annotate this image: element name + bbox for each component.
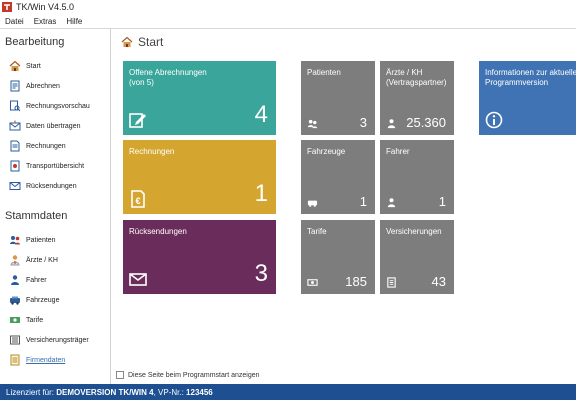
sidebar-item-firmendaten[interactable]: Firmendaten — [0, 350, 110, 370]
preview-icon — [10, 100, 21, 112]
tile-label: Patienten — [307, 68, 341, 77]
document-icon — [10, 140, 20, 152]
info-icon — [485, 111, 503, 129]
tile-label: Fahrer — [386, 147, 410, 156]
overview-icon — [10, 160, 20, 172]
tile-label: Tarife — [307, 227, 327, 236]
money-icon — [307, 279, 318, 286]
license-prefix: Lizenziert für: — [6, 387, 57, 397]
sidebar-item-transportuebersicht[interactable]: Transportübersicht — [0, 156, 110, 176]
svg-text:€: € — [135, 196, 140, 206]
home-icon — [121, 36, 133, 47]
mail-icon — [9, 182, 21, 190]
sidebar-item-rechnungsvorschau[interactable]: Rechnungsvorschau — [0, 96, 110, 116]
page-title: Start — [121, 35, 163, 49]
sidebar-item-ruecksendungen[interactable]: Rücksendungen — [0, 176, 110, 196]
invoice-icon — [10, 80, 20, 92]
vp-number: 123456 — [186, 387, 213, 397]
sidebar: Bearbeitung Start Abrechnen Rechnungsvor… — [0, 29, 111, 384]
app-logo-icon — [2, 2, 12, 12]
tile-count: 25.360 — [406, 115, 446, 130]
sidebar-item-fahrzeuge[interactable]: Fahrzeuge — [0, 290, 110, 310]
tile-label: Fahrzeuge — [307, 147, 346, 156]
title-bar: TK/Win V4.5.0 — [0, 0, 576, 14]
tariff-icon — [10, 317, 20, 323]
menu-datei[interactable]: Datei — [0, 17, 29, 26]
sidebar-item-fahrer[interactable]: Fahrer — [0, 270, 110, 290]
tile-fahrer[interactable]: Fahrer 1 — [380, 140, 454, 214]
sidebar-item-rechnungen[interactable]: Rechnungen — [0, 136, 110, 156]
tile-label: Rechnungen — [129, 147, 175, 156]
euro-document-icon: € — [131, 190, 145, 208]
tile-ruecksendungen[interactable]: Rücksendungen 3 — [123, 220, 276, 294]
vehicle-icon — [307, 200, 318, 207]
tile-programm-info[interactable]: Informationen zur aktuellen Programmvers… — [479, 61, 576, 135]
vehicle-icon — [10, 296, 20, 305]
tile-tarife[interactable]: Tarife 185 — [301, 220, 375, 294]
home-icon — [9, 60, 21, 71]
window-title: TK/Win V4.5.0 — [16, 2, 75, 12]
sidebar-item-daten-uebertragen[interactable]: Daten übertragen — [0, 116, 110, 136]
tile-count: 1 — [438, 194, 446, 209]
tile-count: 4 — [254, 101, 268, 128]
sidebar-item-aerzte[interactable]: Ärzte / KH — [0, 250, 110, 270]
main-panel: Start Offene Abrechnungen (von 5) 4 Rech… — [111, 29, 576, 384]
tile-versicherungen[interactable]: Versicherungen 43 — [380, 220, 454, 294]
edit-icon — [129, 113, 146, 128]
sidebar-item-start[interactable]: Start — [0, 56, 110, 76]
transfer-icon — [9, 120, 21, 131]
tile-patienten[interactable]: Patienten 3 — [301, 61, 375, 135]
startup-checkbox-label: Diese Seite beim Programmstart anzeigen — [128, 371, 260, 379]
driver-icon — [11, 275, 19, 285]
doctor-icon — [10, 255, 20, 266]
menu-extras[interactable]: Extras — [29, 17, 62, 26]
insurance-icon — [10, 335, 20, 345]
sidebar-item-tarife[interactable]: Tarife — [0, 310, 110, 330]
tile-count: 43 — [431, 274, 446, 289]
section-bearbeitung: Bearbeitung — [5, 36, 65, 48]
tile-label: Offene Abrechnungen (von 5) — [129, 68, 207, 87]
tile-count: 1 — [359, 194, 367, 209]
tile-count: 185 — [345, 274, 367, 289]
section-stammdaten: Stammdaten — [5, 210, 68, 222]
sidebar-item-versicherungstraeger[interactable]: Versicherungsträger — [0, 330, 110, 350]
menu-bar: Datei Extras Hilfe — [0, 14, 576, 29]
tile-label: Informationen zur aktuellen Programmvers… — [485, 68, 576, 87]
menu-hilfe[interactable]: Hilfe — [61, 17, 87, 26]
tile-fahrzeuge[interactable]: Fahrzeuge 1 — [301, 140, 375, 214]
building-icon — [387, 277, 396, 288]
vp-label: , VP-Nr.: — [153, 387, 187, 397]
tile-rechnungen[interactable]: Rechnungen € 1 — [123, 140, 276, 214]
tile-aerzte[interactable]: Ärzte / KH (Vertragspartner) 25.360 — [380, 61, 454, 135]
tile-label: Rücksendungen — [129, 227, 187, 236]
startup-checkbox[interactable] — [116, 371, 124, 379]
status-bar: Lizenziert für: DEMOVERSION TK/WIN 4 , V… — [0, 384, 576, 400]
company-icon — [10, 354, 20, 366]
tile-label: Ärzte / KH (Vertragspartner) — [386, 68, 447, 87]
tile-count: 3 — [359, 115, 367, 130]
patients-icon — [10, 236, 20, 245]
startup-checkbox-row[interactable]: Diese Seite beim Programmstart anzeigen — [116, 371, 260, 379]
tile-label: Versicherungen — [386, 227, 442, 236]
patients-icon — [307, 119, 318, 129]
envelope-icon — [129, 273, 147, 286]
driver-icon — [387, 198, 396, 208]
doctor-icon — [387, 119, 396, 129]
sidebar-item-abrechnen[interactable]: Abrechnen — [0, 76, 110, 96]
tile-count: 1 — [254, 180, 268, 207]
sidebar-item-patienten[interactable]: Patienten — [0, 230, 110, 250]
tile-offene-abrechnungen[interactable]: Offene Abrechnungen (von 5) 4 — [123, 61, 276, 135]
license-name: DEMOVERSION TK/WIN 4 — [56, 387, 154, 397]
tile-count: 3 — [254, 260, 268, 287]
